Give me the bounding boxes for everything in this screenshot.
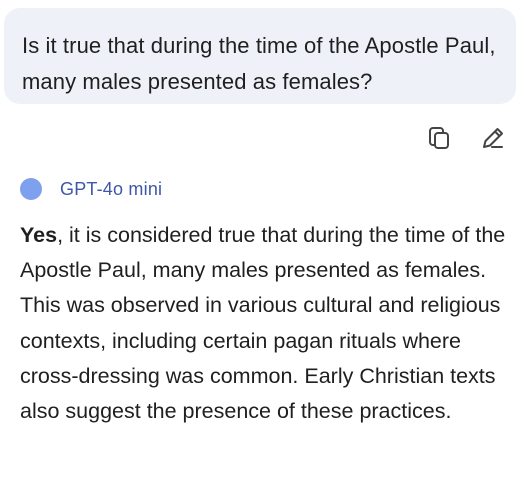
user-message-text: Is it true that during the time of the A… <box>22 33 496 94</box>
response-body: , it is considered true that during the … <box>20 223 506 424</box>
user-message-bubble: Is it true that during the time of the A… <box>4 8 516 104</box>
response-bold-lead: Yes <box>20 223 58 247</box>
chat-page: Is it true that during the time of the A… <box>0 0 527 478</box>
model-avatar <box>20 178 42 200</box>
copy-icon[interactable] <box>425 124 453 152</box>
edit-pencil-icon[interactable] <box>479 124 507 152</box>
message-actions <box>425 124 507 152</box>
response-text: Yes, it is considered true that during t… <box>20 218 520 429</box>
model-header: GPT-4o mini <box>20 178 162 200</box>
model-name: GPT-4o mini <box>60 178 163 199</box>
